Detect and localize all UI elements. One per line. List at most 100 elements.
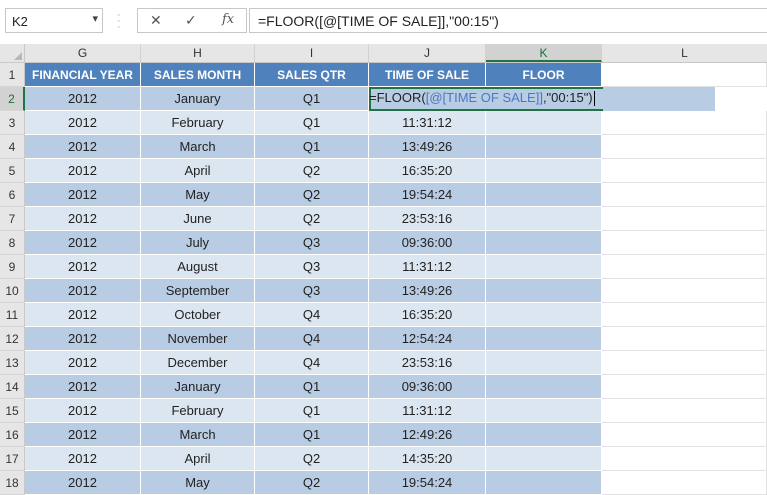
cell-time-of-sale[interactable]: 16:35:20 [369, 159, 486, 183]
splitter-dots-icon[interactable]: · · · [117, 10, 121, 33]
cell-sales-qtr[interactable]: Q2 [255, 183, 369, 207]
empty-cell[interactable] [602, 111, 767, 135]
cell-sales-qtr[interactable]: Q3 [255, 279, 369, 303]
cell-sales-qtr[interactable]: Q1 [255, 135, 369, 159]
empty-cell[interactable] [602, 423, 767, 447]
cell-financial-year[interactable]: 2012 [25, 159, 141, 183]
cell-edit-text[interactable]: =FLOOR([@[TIME OF SALE]],"00:15") [369, 87, 595, 111]
cell-sales-qtr[interactable]: Q1 [255, 399, 369, 423]
cell-sales-qtr[interactable]: Q4 [255, 327, 369, 351]
name-box[interactable]: K2 ▾ [5, 8, 103, 33]
cell-floor[interactable] [486, 183, 602, 207]
cell-sales-month[interactable]: February [141, 399, 255, 423]
column-header-i[interactable]: I [255, 44, 369, 62]
cell-financial-year[interactable]: 2012 [25, 447, 141, 471]
cell-floor[interactable] [486, 111, 602, 135]
row-header[interactable]: 14 [0, 375, 25, 399]
row-header[interactable]: 11 [0, 303, 25, 327]
insert-function-icon[interactable]: fx [222, 12, 234, 27]
cell-sales-month[interactable]: March [141, 135, 255, 159]
cell-sales-month[interactable]: July [141, 231, 255, 255]
row-header[interactable]: 7 [0, 207, 25, 231]
select-all-button[interactable] [0, 44, 25, 62]
cell-financial-year[interactable]: 2012 [25, 375, 141, 399]
cell-financial-year[interactable]: 2012 [25, 135, 141, 159]
cell-time-of-sale[interactable]: 16:35:20 [369, 303, 486, 327]
cell-floor[interactable] [486, 447, 602, 471]
cell-sales-month[interactable]: January [141, 375, 255, 399]
cell-time-of-sale[interactable]: 09:36:00 [369, 375, 486, 399]
cell-sales-qtr[interactable]: Q1 [255, 111, 369, 135]
cell-sales-month[interactable]: February [141, 111, 255, 135]
row-header[interactable]: 1 [0, 63, 25, 87]
row-header[interactable]: 5 [0, 159, 25, 183]
header-sales-qtr[interactable]: SALES QTR [255, 63, 369, 87]
cell-time-of-sale[interactable]: 19:54:24 [369, 183, 486, 207]
row-header[interactable]: 13 [0, 351, 25, 375]
cell-financial-year[interactable]: 2012 [25, 183, 141, 207]
formula-input[interactable]: =FLOOR([@[TIME OF SALE]],"00:15") [249, 8, 767, 33]
cell-sales-qtr[interactable]: Q1 [255, 87, 369, 111]
empty-cell[interactable] [602, 183, 767, 207]
row-header[interactable]: 12 [0, 327, 25, 351]
cell-sales-qtr[interactable]: Q4 [255, 303, 369, 327]
cell-financial-year[interactable]: 2012 [25, 471, 141, 495]
cell-floor[interactable] [486, 399, 602, 423]
empty-cell[interactable] [602, 303, 767, 327]
cell-floor[interactable] [486, 231, 602, 255]
cell-sales-qtr[interactable]: Q1 [255, 375, 369, 399]
cell-time-of-sale[interactable]: 13:49:26 [369, 135, 486, 159]
cell-sales-month[interactable]: June [141, 207, 255, 231]
empty-cell[interactable] [602, 375, 767, 399]
chevron-down-icon[interactable]: ▾ [92, 12, 98, 25]
row-header[interactable]: 17 [0, 447, 25, 471]
cell-floor[interactable] [486, 159, 602, 183]
cell-sales-month[interactable]: September [141, 279, 255, 303]
cell-time-of-sale[interactable]: 11:31:12 [369, 255, 486, 279]
cell-time-of-sale[interactable]: 11:31:12 [369, 399, 486, 423]
header-sales-month[interactable]: SALES MONTH [141, 63, 255, 87]
empty-cell[interactable] [602, 135, 767, 159]
cell-sales-qtr[interactable]: Q1 [255, 423, 369, 447]
cell-sales-month[interactable]: April [141, 159, 255, 183]
empty-cell[interactable] [602, 279, 767, 303]
cell-financial-year[interactable]: 2012 [25, 207, 141, 231]
enter-icon[interactable]: ✓ [185, 12, 197, 29]
cell-sales-month[interactable]: January [141, 87, 255, 111]
cell-time-of-sale[interactable]: 14:35:20 [369, 447, 486, 471]
cell-time-of-sale[interactable]: 13:49:26 [369, 279, 486, 303]
cell-sales-month[interactable]: December [141, 351, 255, 375]
cancel-icon[interactable]: ✕ [150, 12, 162, 29]
column-header-j[interactable]: J [369, 44, 486, 62]
cell-sales-qtr[interactable]: Q2 [255, 447, 369, 471]
cell-time-of-sale[interactable]: 23:53:16 [369, 351, 486, 375]
cell-financial-year[interactable]: 2012 [25, 351, 141, 375]
cell-floor[interactable] [486, 207, 602, 231]
empty-cell[interactable] [602, 207, 767, 231]
cell-floor[interactable] [486, 327, 602, 351]
cell-sales-qtr[interactable]: Q3 [255, 255, 369, 279]
column-header-l[interactable]: L [602, 44, 767, 62]
empty-cell[interactable] [602, 351, 767, 375]
header-financial-year[interactable]: FINANCIAL YEAR [25, 63, 141, 87]
cell-floor[interactable] [486, 471, 602, 495]
cell-sales-month[interactable]: October [141, 303, 255, 327]
cell-financial-year[interactable]: 2012 [25, 423, 141, 447]
row-header[interactable]: 8 [0, 231, 25, 255]
column-header-h[interactable]: H [141, 44, 255, 62]
row-header[interactable]: 2 [0, 87, 25, 111]
cell-financial-year[interactable]: 2012 [25, 87, 141, 111]
cell-financial-year[interactable]: 2012 [25, 111, 141, 135]
cell-time-of-sale[interactable]: 19:54:24 [369, 471, 486, 495]
empty-cell[interactable] [602, 399, 767, 423]
row-header[interactable]: 10 [0, 279, 25, 303]
cell-floor[interactable] [486, 351, 602, 375]
cell-time-of-sale[interactable]: 23:53:16 [369, 207, 486, 231]
cell-sales-month[interactable]: March [141, 423, 255, 447]
cell-sales-month[interactable]: November [141, 327, 255, 351]
cell-floor[interactable] [486, 423, 602, 447]
cell-sales-qtr[interactable]: Q4 [255, 351, 369, 375]
row-header[interactable]: 6 [0, 183, 25, 207]
row-header[interactable]: 4 [0, 135, 25, 159]
empty-cell[interactable] [602, 327, 767, 351]
